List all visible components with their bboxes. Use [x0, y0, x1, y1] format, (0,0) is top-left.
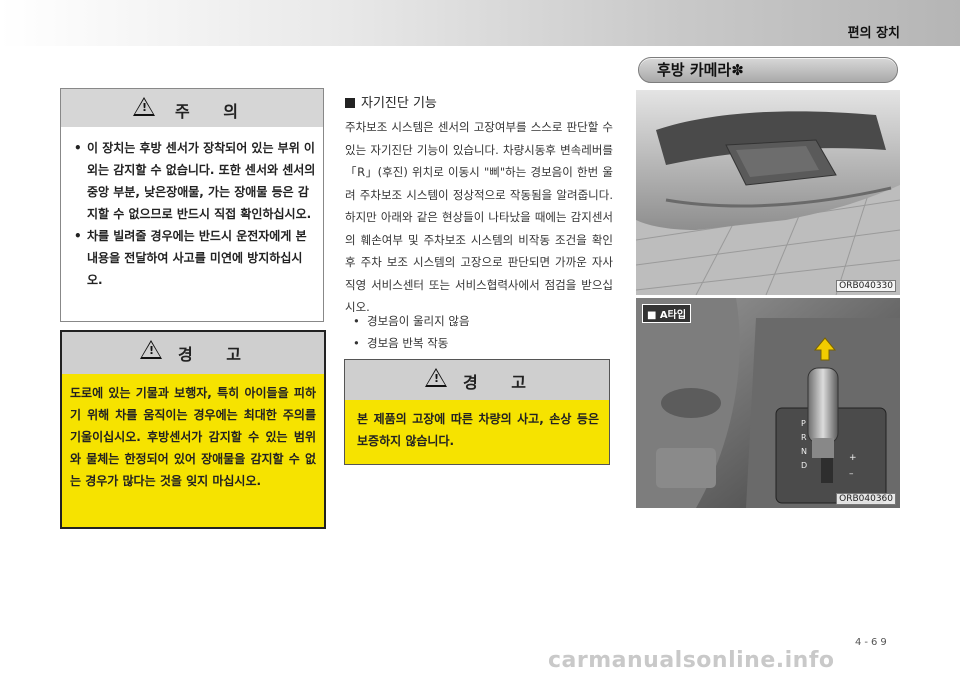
- caution-title: 주 의: [175, 102, 253, 121]
- figure-rear-car: ORB040330: [636, 90, 900, 295]
- warning-title: 경 고: [178, 345, 256, 364]
- type-a-badge: ■ A타입: [642, 304, 692, 323]
- caution-item: 이 장치는 후방 센서가 장착되어 있는 부위 이외는 감지할 수 없습니다. …: [71, 137, 317, 225]
- figure-code: ORB040330: [836, 280, 896, 292]
- self-diagnosis-list: 경보음이 울리지 않음 경보음 반복 작동: [345, 310, 470, 354]
- warning-triangle-icon: !: [133, 97, 155, 116]
- warning-box-left: ! 경 고 도로에 있는 기물과 보행자, 특히 아이들을 피하기 위해 차를 …: [60, 330, 326, 529]
- caution-list: 이 장치는 후방 센서가 장착되어 있는 부위 이외는 감지할 수 없습니다. …: [71, 137, 317, 291]
- section-title-pill: 후방 카메라✽: [638, 57, 898, 83]
- caution-item: 차를 빌려줄 경우에는 반드시 운전자에게 본 내용을 전달하여 사고를 미연에…: [71, 225, 317, 291]
- warning-triangle-icon: !: [140, 340, 162, 359]
- warning-title: 경 고: [463, 373, 541, 392]
- self-diagnosis-body: 주차보조 시스템은 센서의 고장여부를 스스로 판단할 수 있는 자기진단 기능…: [345, 120, 613, 314]
- section-header-title: 편의 장치: [847, 26, 900, 41]
- watermark-text: carmanualsonline.info: [548, 648, 835, 673]
- gear-label: D: [801, 461, 807, 470]
- caution-header: ! 주 의: [61, 89, 323, 127]
- rear-car-illustration: [636, 90, 900, 295]
- warning-text: 본 제품의 고장에 따른 차량의 사고, 손상 등은 보증하지 않습니다.: [357, 412, 599, 448]
- gear-shift-illustration: P R N D + –: [636, 298, 900, 508]
- warning-box-mid: ! 경 고 본 제품의 고장에 따른 차량의 사고, 손상 등은 보증하지 않습…: [344, 359, 610, 465]
- warning-triangle-icon: !: [425, 368, 447, 387]
- list-item: 경보음이 울리지 않음: [345, 310, 470, 332]
- figure-gear-shift: P R N D + – ■ A타입 ORB040360: [636, 298, 900, 508]
- gear-label: +: [849, 453, 857, 463]
- square-bullet-icon: [345, 98, 355, 108]
- figure-code: ORB040360: [836, 493, 896, 505]
- warning-text: 도로에 있는 기물과 보행자, 특히 아이들을 피하기 위해 차를 움직이는 경…: [70, 386, 316, 488]
- warning-header: ! 경 고: [62, 332, 324, 374]
- list-item: 경보음 반복 작동: [345, 332, 470, 354]
- caution-box: ! 주 의 이 장치는 후방 센서가 장착되어 있는 부위 이외는 감지할 수 …: [60, 88, 324, 322]
- page-number: 4-69: [855, 637, 890, 648]
- self-diagnosis-heading: 자기진단 기능: [345, 92, 437, 111]
- header-bar: 편의 장치: [0, 0, 960, 46]
- self-diagnosis-title: 자기진단 기능: [361, 96, 437, 111]
- gear-label: R: [801, 433, 807, 442]
- gear-label: N: [801, 447, 807, 456]
- warning-header: ! 경 고: [345, 360, 609, 400]
- gear-label: P: [801, 419, 806, 428]
- gear-label: –: [849, 469, 854, 479]
- section-title: 후방 카메라✽: [657, 61, 744, 79]
